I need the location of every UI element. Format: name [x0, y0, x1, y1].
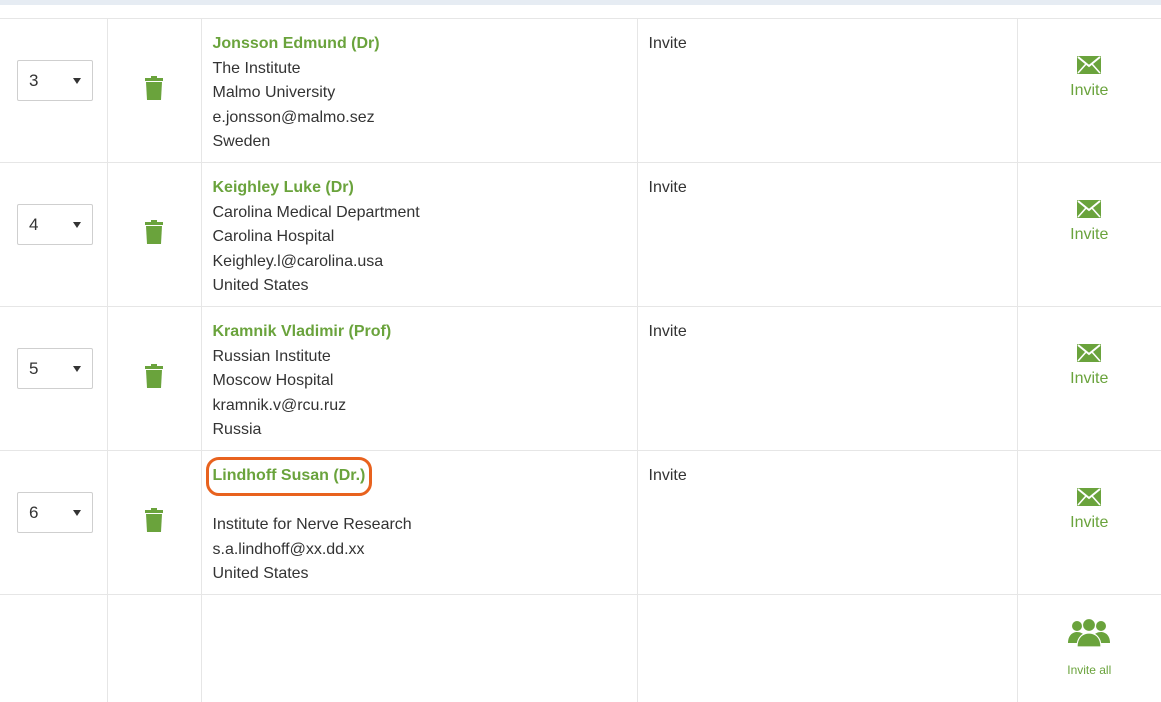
order-select[interactable]: 4: [17, 204, 93, 245]
empty-cell: [200, 594, 638, 702]
reviewer-name-link[interactable]: Kramnik Vladimir (Prof): [213, 320, 392, 345]
envelope-icon: [1077, 56, 1102, 74]
reviewer-info-cell: Kramnik Vladimir (Prof) Russian Institut…: [200, 306, 638, 451]
reviewer-detail: Russia: [212, 421, 262, 438]
reviewer-detail: United States: [212, 277, 309, 294]
reviewer-detail: kramnik.v@rcu.ruz: [212, 396, 347, 414]
delete-cell: [106, 18, 202, 163]
order-cell: 3: [0, 18, 108, 163]
reviewer-detail: Russian Institute: [212, 347, 331, 365]
invite-all-label: Invite all: [1067, 663, 1112, 677]
reviewer-info-cell: Lindhoff Susan (Dr.) Institute for Nerve…: [200, 450, 638, 595]
table-header-strip: [0, 0, 1161, 5]
order-value: 6: [29, 503, 39, 522]
invite-button[interactable]: Invite: [1018, 200, 1161, 244]
table-row: 6 Lindhoff Susan (Dr.) Institute for Ner…: [0, 450, 1161, 595]
order-value: 3: [29, 71, 39, 90]
reviewer-detail: United States: [212, 565, 309, 582]
reviewer-detail: s.a.lindhoff@xx.dd.xx: [212, 540, 365, 558]
reviewer-info-cell: Jonsson Edmund (Dr) The Institute Malmo …: [200, 18, 638, 163]
table-row: 5 Kramnik Vladimir (Prof) Russian Instit…: [0, 306, 1161, 451]
trash-icon[interactable]: [144, 220, 164, 244]
reviewer-detail: Malmo University: [212, 84, 336, 101]
reviewer-name-link[interactable]: Keighley Luke (Dr): [213, 176, 354, 201]
reviewer-detail: Moscow Hospital: [212, 372, 334, 389]
reviewer-detail: The Institute: [212, 59, 301, 77]
order-select[interactable]: 3: [17, 60, 93, 101]
order-value: 4: [29, 215, 39, 234]
envelope-icon: [1077, 488, 1102, 506]
reviewer-name-link[interactable]: Jonsson Edmund (Dr): [213, 32, 380, 57]
status-text: Invite: [648, 467, 687, 484]
reviewer-info-cell: Keighley Luke (Dr) Carolina Medical Depa…: [200, 162, 638, 307]
invite-label: Invite: [1070, 82, 1109, 99]
table-footer-row: Invite all: [0, 594, 1161, 702]
reviewers-table: 3 Jonsson Edmund (Dr) The Institute Malm…: [0, 18, 1161, 702]
reviewer-detail: Carolina Medical Department: [212, 203, 420, 221]
reviewer-detail: Institute for Nerve Research: [212, 516, 412, 533]
invite-all-button[interactable]: Invite all: [1018, 617, 1161, 677]
invite-button[interactable]: Invite: [1018, 56, 1161, 100]
reviewer-detail: e.jonsson@malmo.sez: [212, 108, 375, 126]
invite-button[interactable]: Invite: [1018, 344, 1161, 388]
action-cell: Invite all: [1016, 594, 1161, 702]
trash-icon[interactable]: [144, 364, 164, 388]
envelope-icon: [1077, 200, 1102, 218]
users-group-icon: [1068, 617, 1111, 647]
table-row: 3 Jonsson Edmund (Dr) The Institute Malm…: [0, 18, 1161, 163]
action-cell: Invite: [1016, 18, 1161, 163]
empty-cell: [636, 594, 1018, 702]
chevron-down-icon: [73, 78, 81, 84]
empty-cell: [106, 594, 202, 702]
envelope-icon: [1077, 344, 1102, 362]
order-cell: 4: [0, 162, 108, 307]
chevron-down-icon: [73, 510, 81, 516]
reviewer-detail: Keighley.l@carolina.usa: [212, 252, 384, 270]
chevron-down-icon: [73, 222, 81, 228]
order-cell: 6: [0, 450, 108, 595]
status-cell: Invite: [636, 162, 1018, 307]
reviewer-list-page: 3 Jonsson Edmund (Dr) The Institute Malm…: [0, 0, 1161, 702]
status-text: Invite: [648, 179, 687, 196]
order-select[interactable]: 6: [17, 492, 93, 533]
reviewer-name-link[interactable]: Lindhoff Susan (Dr.): [205, 457, 373, 496]
action-cell: Invite: [1016, 306, 1161, 451]
trash-icon[interactable]: [144, 508, 164, 532]
action-cell: Invite: [1016, 450, 1161, 595]
invite-label: Invite: [1070, 514, 1109, 531]
empty-cell: [0, 594, 108, 702]
invite-button[interactable]: Invite: [1018, 488, 1161, 532]
order-select[interactable]: 5: [17, 348, 93, 389]
chevron-down-icon: [73, 366, 81, 372]
table-row: 4 Keighley Luke (Dr) Carolina Medical De…: [0, 162, 1161, 307]
status-cell: Invite: [636, 306, 1018, 451]
status-cell: Invite: [636, 18, 1018, 163]
reviewer-detail: Sweden: [212, 133, 271, 150]
action-cell: Invite: [1016, 162, 1161, 307]
invite-label: Invite: [1070, 226, 1109, 243]
status-cell: Invite: [636, 450, 1018, 595]
status-text: Invite: [648, 323, 687, 340]
order-cell: 5: [0, 306, 108, 451]
reviewer-detail: Carolina Hospital: [212, 228, 335, 245]
reviewer-detail: [213, 489, 637, 514]
status-text: Invite: [648, 35, 687, 52]
delete-cell: [106, 450, 202, 595]
order-value: 5: [29, 359, 39, 378]
delete-cell: [106, 162, 202, 307]
trash-icon[interactable]: [144, 76, 164, 100]
invite-label: Invite: [1070, 370, 1109, 387]
delete-cell: [106, 306, 202, 451]
